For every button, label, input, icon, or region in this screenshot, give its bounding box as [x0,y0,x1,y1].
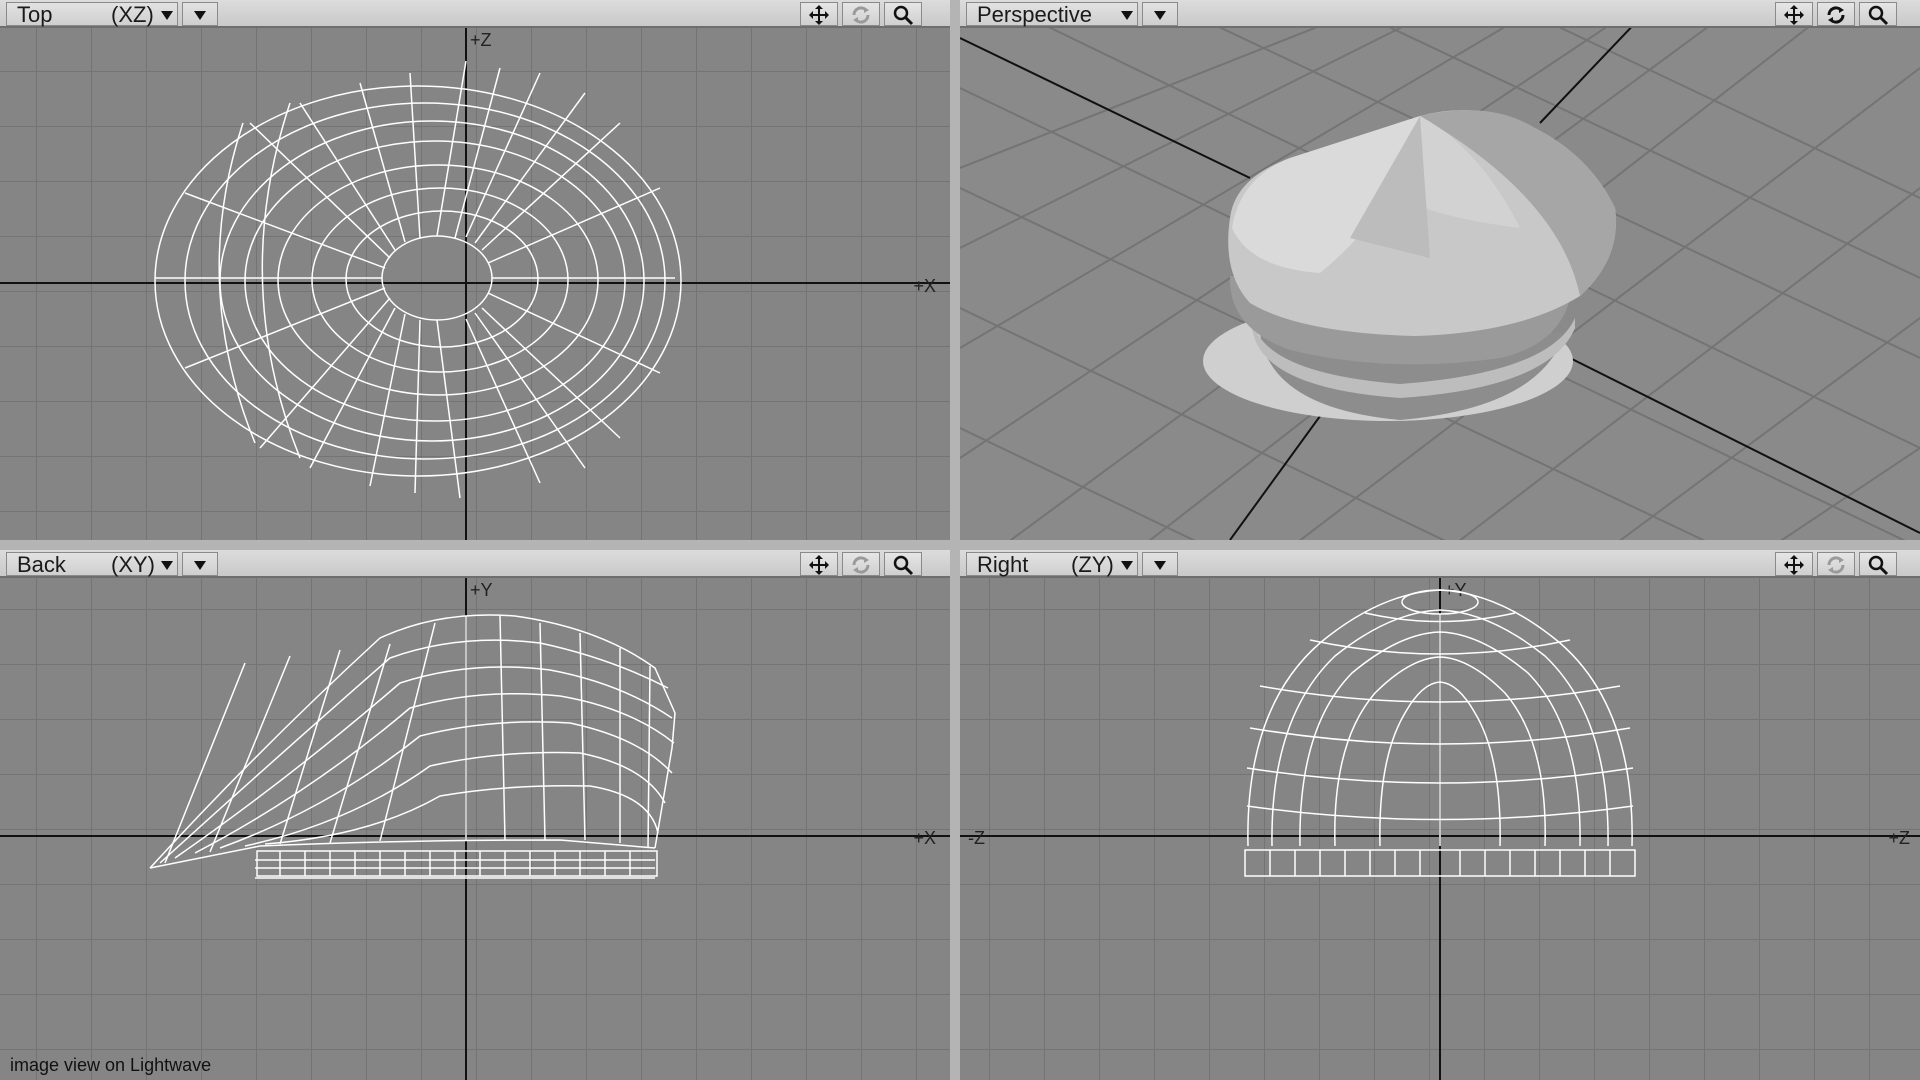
viewport-right-toolbar: Right (ZY) [960,550,1920,578]
rotate-icon [1827,6,1845,24]
viewport-right[interactable]: Right (ZY) -Z +Z +Y [960,550,1920,1080]
axis-label-y: +Y [470,580,493,600]
axis-label-x: +X [913,276,936,296]
view-axes: (XZ) [111,2,154,27]
rotate-icon [1827,556,1845,574]
view-name: Back [17,552,66,577]
zoom-icon [893,555,914,576]
view-name: Right [977,552,1029,577]
view-type-select[interactable]: Right (ZY) [966,552,1138,577]
axis-label-pos-z: +Z [1888,828,1910,848]
footer-caption: image view on Lightwave [10,1055,212,1075]
horizontal-splitter[interactable] [0,540,1920,550]
view-name: Perspective [977,2,1092,27]
view-type-select[interactable]: Perspective [966,2,1138,27]
zoom-icon [1868,555,1889,576]
right-view-canvas[interactable]: -Z +Z +Y [960,578,1920,1080]
view-axes: (XY) [111,552,155,577]
zoom-icon [893,5,914,26]
top-view-canvas[interactable]: +X +Z [0,28,950,540]
rotate-icon [852,556,870,574]
rotate-view-button[interactable] [1817,552,1855,576]
chevron-down-icon [194,11,206,20]
viewport-perspective-toolbar: Perspective [960,0,1920,28]
rotate-view-button[interactable] [842,2,880,26]
view-options-dropdown[interactable] [1142,2,1178,26]
viewport-back-toolbar: Back (XY) [0,550,950,578]
rotate-view-button[interactable] [842,552,880,576]
chevron-down-icon [1121,11,1133,20]
viewport-back[interactable]: Back (XY) +X +Y image view on Lightwave [0,550,950,1080]
axis-label-neg-z: -Z [968,828,985,848]
move-icon [809,555,829,575]
move-icon [1784,555,1804,575]
move-view-button[interactable] [1775,552,1813,576]
view-type-select[interactable]: Back (XY) [6,552,178,577]
zoom-view-button[interactable] [1859,2,1897,26]
zoom-view-button[interactable] [884,552,922,576]
view-options-dropdown[interactable] [1142,552,1178,576]
chevron-down-icon [1121,561,1133,570]
view-axes: (ZY) [1071,552,1114,577]
chevron-down-icon [161,561,173,570]
chevron-down-icon [1154,11,1166,20]
rotate-view-button[interactable] [1817,2,1855,26]
move-view-button[interactable] [1775,2,1813,26]
move-icon [809,5,829,25]
move-view-button[interactable] [800,552,838,576]
perspective-canvas[interactable] [960,28,1920,540]
view-options-dropdown[interactable] [182,2,218,26]
axis-label-z: +Z [470,30,492,50]
viewport-perspective[interactable]: Perspective [960,0,1920,540]
move-icon [1784,5,1804,25]
chevron-down-icon [161,11,173,20]
viewport-top-toolbar: Top (XZ) [0,0,950,28]
view-type-select[interactable]: Top (XZ) [6,2,178,27]
zoom-view-button[interactable] [884,2,922,26]
zoom-view-button[interactable] [1859,552,1897,576]
rotate-icon [852,6,870,24]
chevron-down-icon [194,561,206,570]
back-view-canvas[interactable]: +X +Y [0,578,950,1080]
chevron-down-icon [1154,561,1166,570]
view-options-dropdown[interactable] [182,552,218,576]
viewport-top[interactable]: Top (XZ) +X +Z [0,0,950,540]
axis-label-x: +X [913,828,936,848]
view-name: Top [17,2,53,27]
zoom-icon [1868,5,1889,26]
move-view-button[interactable] [800,2,838,26]
